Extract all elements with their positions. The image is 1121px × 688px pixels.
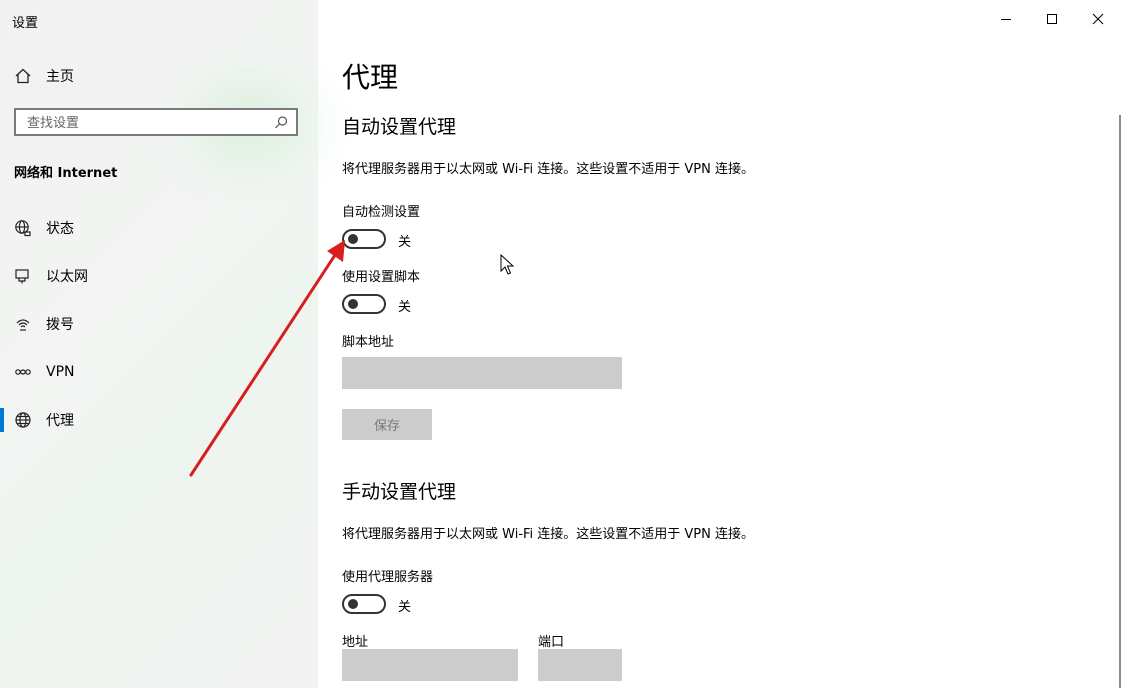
auto-detect-label: 自动检测设置 (342, 205, 421, 220)
use-proxy-label: 使用代理服务器 (342, 570, 434, 585)
auto-detect-state: 关 (398, 235, 412, 250)
sidebar-item-vpn[interactable]: VPN (0, 352, 318, 392)
minimize-button[interactable] (983, 0, 1029, 38)
globe-status-icon (14, 219, 32, 237)
auto-proxy-heading: 自动设置代理 (342, 116, 457, 138)
toggle-knob (348, 234, 358, 244)
sidebar-item-label: VPN (46, 364, 75, 380)
use-script-toggle[interactable] (342, 294, 386, 314)
search-box[interactable] (14, 108, 298, 136)
main-content: 代理 自动设置代理 将代理服务器用于以太网或 Wi-Fi 连接。这些设置不适用于… (318, 0, 1121, 688)
use-proxy-state: 关 (398, 600, 412, 615)
proxy-address-field[interactable] (342, 649, 518, 681)
use-script-label: 使用设置脚本 (342, 270, 421, 285)
auto-proxy-description: 将代理服务器用于以太网或 Wi-Fi 连接。这些设置不适用于 VPN 连接。 (342, 162, 755, 177)
toggle-knob (348, 299, 358, 309)
mouse-cursor-icon (500, 254, 514, 275)
ethernet-icon (14, 267, 32, 285)
script-address-field[interactable] (342, 357, 622, 389)
script-address-label: 脚本地址 (342, 335, 395, 350)
sidebar-item-label: 以太网 (46, 269, 88, 285)
sidebar-item-status[interactable]: 状态 (0, 208, 318, 248)
proxy-port-label: 端口 (538, 635, 565, 650)
save-button[interactable]: 保存 (342, 409, 432, 440)
home-link[interactable]: 主页 (14, 66, 74, 86)
minimize-icon (997, 10, 1015, 28)
sidebar-item-proxy[interactable]: 代理 (0, 400, 318, 440)
vpn-icon (14, 363, 32, 381)
manual-proxy-description: 将代理服务器用于以太网或 Wi-Fi 连接。这些设置不适用于 VPN 连接。 (342, 527, 755, 542)
page-title: 代理 (342, 61, 399, 94)
manual-proxy-heading: 手动设置代理 (342, 481, 457, 503)
dialup-icon (14, 315, 32, 333)
auto-detect-toggle[interactable] (342, 229, 386, 249)
globe-icon (14, 411, 32, 429)
home-icon (14, 67, 32, 85)
maximize-icon (1043, 10, 1061, 28)
sidebar: 设置 主页 网络和 Internet 状态 以太网 拨号 VP (0, 0, 350, 688)
use-proxy-toggle[interactable] (342, 594, 386, 614)
sidebar-item-label: 代理 (46, 413, 74, 429)
use-script-state: 关 (398, 300, 412, 315)
sidebar-item-label: 状态 (46, 221, 74, 237)
close-icon (1089, 10, 1107, 28)
section-heading: 网络和 Internet (14, 166, 118, 181)
search-icon[interactable] (272, 114, 290, 132)
sidebar-item-dialup[interactable]: 拨号 (0, 304, 318, 344)
proxy-address-label: 地址 (342, 635, 369, 650)
toggle-knob (348, 599, 358, 609)
window-controls (983, 0, 1121, 38)
sidebar-item-label: 拨号 (46, 317, 74, 333)
proxy-port-field[interactable] (538, 649, 622, 681)
sidebar-item-ethernet[interactable]: 以太网 (0, 256, 318, 296)
maximize-button[interactable] (1029, 0, 1075, 38)
close-button[interactable] (1075, 0, 1121, 38)
search-input[interactable] (25, 110, 269, 136)
app-title: 设置 (12, 16, 39, 31)
home-label: 主页 (46, 69, 74, 85)
